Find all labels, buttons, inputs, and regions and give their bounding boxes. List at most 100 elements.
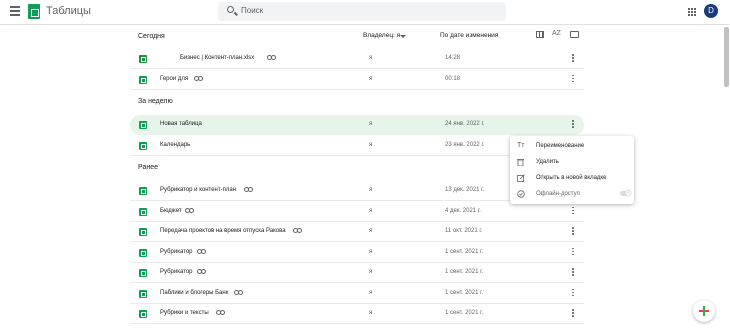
- file-owner: я: [369, 141, 373, 148]
- menu-item-delete[interactable]: Удалить: [510, 154, 634, 170]
- file-name: Календарь: [160, 141, 191, 148]
- shared-icon: [243, 187, 253, 193]
- more-vert-icon[interactable]: [570, 206, 576, 217]
- more-vert-icon[interactable]: [570, 288, 576, 299]
- more-vert-icon[interactable]: [570, 54, 576, 64]
- file-name: Рубрикатор: [160, 248, 193, 255]
- file-owner: я: [369, 310, 373, 316]
- sheets-file-icon: [139, 248, 147, 257]
- file-owner: я: [369, 269, 373, 275]
- menu-item-open-new-tab[interactable]: Открыть в новой вкладке: [510, 170, 634, 186]
- file-name: Бюджет: [160, 207, 182, 214]
- file-row[interactable]: Бизнес | Контент-план.xlsx я 14:28: [130, 49, 584, 69]
- sheets-file-icon: [139, 75, 147, 84]
- sheets-file-icon: [139, 141, 147, 150]
- new-spreadsheet-button[interactable]: [693, 300, 715, 322]
- file-name: Рубрикатор и контент-план: [160, 187, 237, 193]
- scrollbar[interactable]: [724, 27, 729, 87]
- more-vert-icon[interactable]: [570, 268, 576, 278]
- file-name: Бизнес | Контент-план.xlsx: [180, 55, 255, 61]
- shared-icon: [293, 228, 303, 234]
- file-modified-date: 13 дек. 2021 г.: [445, 187, 485, 193]
- google-apps-icon[interactable]: [688, 8, 696, 16]
- more-vert-icon[interactable]: [570, 74, 576, 85]
- search-placeholder: Поиск: [241, 6, 264, 15]
- search-input[interactable]: Поиск: [218, 2, 506, 21]
- sheets-file-icon: [139, 228, 147, 236]
- menu-label-rename: Переименование: [536, 143, 585, 149]
- file-modified-date: 23 янв. 2022 г.: [445, 141, 485, 148]
- avatar[interactable]: D: [704, 4, 718, 18]
- file-modified-date: 00:18: [445, 75, 461, 82]
- more-vert-icon[interactable]: [570, 309, 576, 319]
- file-owner: я: [369, 55, 373, 61]
- file-row[interactable]: Рубрики и тексты я 1 сент. 2021 г.: [130, 304, 584, 324]
- file-row[interactable]: Рубрикатор я 1 сент. 2021 г.: [130, 243, 584, 263]
- shared-icon: [266, 55, 276, 61]
- file-name: Рубрикатор: [160, 269, 193, 275]
- menu-label-open-new-tab: Открыть в новой вкладке: [536, 175, 607, 181]
- file-modified-date: 14:28: [445, 55, 461, 61]
- menu-label-delete: Удалить: [536, 159, 559, 165]
- offline-toggle[interactable]: [620, 190, 631, 196]
- file-owner: я: [369, 187, 373, 193]
- more-vert-icon[interactable]: [570, 247, 576, 258]
- shared-icon: [215, 310, 225, 316]
- file-owner: я: [369, 248, 373, 255]
- shared-icon: [184, 207, 194, 214]
- file-modified-date: 1 сент. 2021 г.: [445, 310, 484, 316]
- sheets-file-icon: [139, 187, 147, 195]
- sheets-logo-icon[interactable]: [28, 4, 40, 19]
- list-header: Владелец: я По дате изменения AZ: [130, 26, 590, 49]
- section-earlier: Ранее: [138, 164, 158, 171]
- file-owner: я: [369, 121, 373, 127]
- open-in-new-icon: [517, 174, 525, 182]
- app-title: Таблицы: [46, 5, 91, 17]
- sheets-file-icon: [139, 310, 147, 318]
- file-name: Новая таблица: [160, 121, 202, 127]
- file-name: Герои для: [160, 75, 189, 82]
- file-modified-date: 11 окт. 2021 г.: [445, 228, 483, 234]
- shared-icon: [197, 269, 206, 275]
- file-modified-date: 1 сент. 2021 г.: [445, 269, 484, 275]
- sort-az-icon[interactable]: AZ: [552, 30, 561, 37]
- file-owner: я: [369, 289, 373, 296]
- folder-picker-icon[interactable]: [570, 31, 579, 38]
- menu-item-rename[interactable]: Tт Переименование: [510, 138, 634, 154]
- shared-icon: [193, 75, 203, 82]
- file-row[interactable]: Рубрикатор я 1 сент. 2021 г.: [130, 263, 584, 283]
- file-owner: я: [369, 228, 373, 234]
- menu-label-offline: Офлайн-доступ: [536, 191, 580, 197]
- file-name: Рубрики и тексты: [160, 310, 209, 316]
- excel-file-icon: [139, 55, 147, 63]
- file-modified-date: 1 сент. 2021 г.: [445, 289, 484, 296]
- file-row[interactable]: Паблики и блогеры Банк я 1 сент. 2021 г.: [130, 284, 584, 304]
- file-name: Паблики и блогеры Банк: [160, 289, 229, 296]
- file-row[interactable]: Бюджет я 4 дек. 2021 г.: [130, 202, 584, 222]
- file-row[interactable]: Герои для я 00:18: [130, 70, 584, 90]
- owner-filter[interactable]: Владелец: я: [363, 32, 400, 39]
- menu-item-offline[interactable]: Офлайн-доступ: [510, 186, 634, 202]
- shared-icon: [197, 248, 206, 255]
- trash-icon: [517, 158, 525, 167]
- context-menu: Tт Переименование Удалить Открыть в ново…: [510, 136, 634, 204]
- chevron-down-icon[interactable]: [400, 35, 406, 38]
- more-vert-icon[interactable]: [570, 227, 576, 237]
- file-modified-date: 4 дек. 2021 г.: [445, 207, 481, 214]
- rename-icon: Tт: [517, 142, 525, 149]
- file-row[interactable]: Передача проектов на время отпуска Раков…: [130, 222, 584, 242]
- search-icon[interactable]: [227, 6, 234, 13]
- file-owner: я: [369, 207, 373, 214]
- shared-icon: [234, 289, 244, 296]
- file-row[interactable]: Новая таблица я 24 янв. 2022 г.: [130, 115, 584, 135]
- file-name: Передача проектов на время отпуска Раков…: [160, 228, 286, 234]
- file-owner: я: [369, 75, 373, 82]
- sheets-file-icon: [139, 269, 147, 277]
- more-vert-icon[interactable]: [570, 120, 576, 130]
- main-menu-icon[interactable]: [10, 6, 20, 16]
- file-modified-date: 1 сент. 2021 г.: [445, 248, 484, 255]
- sort-by-date[interactable]: По дате изменения: [440, 32, 498, 39]
- top-bar: Таблицы Поиск D: [0, 0, 730, 25]
- sheets-file-icon: [139, 207, 147, 216]
- grid-view-icon[interactable]: [536, 31, 544, 38]
